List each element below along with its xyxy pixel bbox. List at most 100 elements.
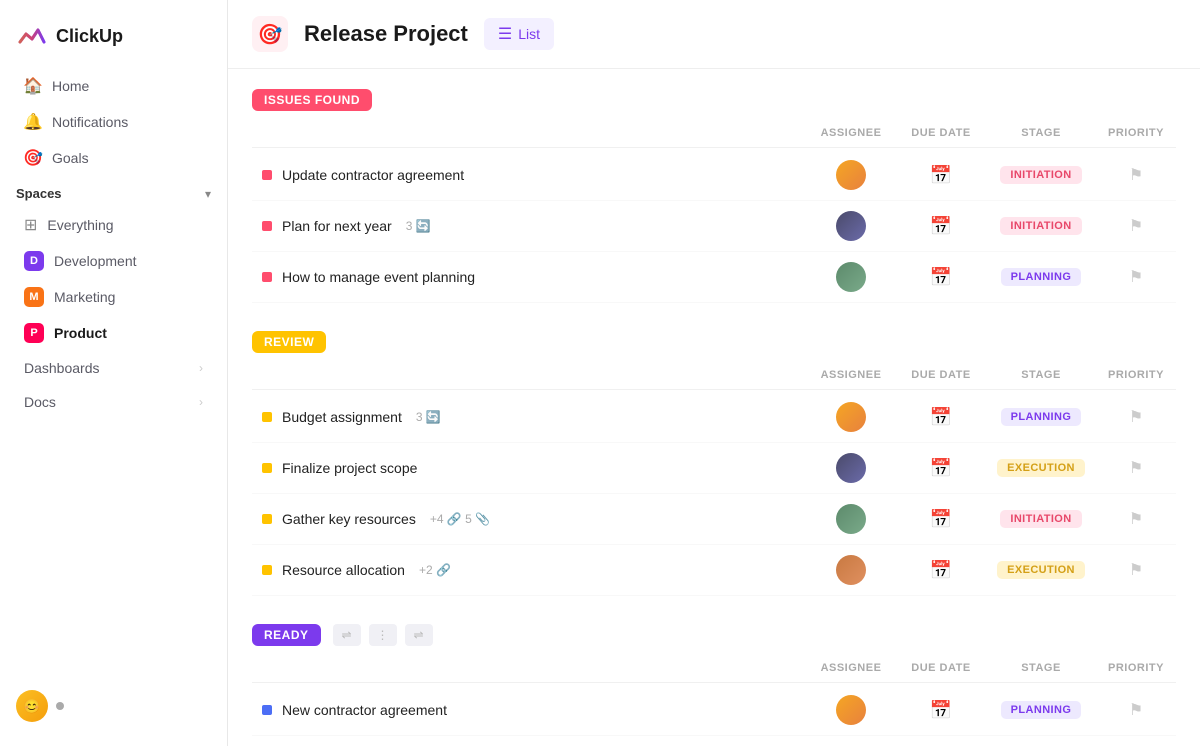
assignee-cell <box>806 254 896 300</box>
page-header: 🎯 Release Project ☰ List <box>228 0 1200 69</box>
task-dot <box>262 514 272 524</box>
stage-col-header: STAGE <box>986 658 1096 678</box>
duedate-cell: 📅 <box>896 552 986 589</box>
product-label: Product <box>54 325 107 341</box>
table-row[interactable]: Finalize project scope 📅 EXECUTION ⚑ <box>252 443 1176 494</box>
priority-cell: ⚑ <box>1096 501 1176 537</box>
stage-col-header: STAGE <box>986 123 1096 143</box>
spaces-section-header[interactable]: Spaces ▾ <box>0 176 227 207</box>
group-review: REVIEW ASSIGNEE DUE DATE STAGE PRIORITY … <box>252 331 1176 596</box>
task-dot <box>262 705 272 715</box>
goals-label: Goals <box>52 150 89 166</box>
stage-badge: INITIATION <box>1000 166 1081 184</box>
table-row[interactable]: How to manage event planning 📅 PLANNING … <box>252 252 1176 303</box>
task-label: Budget assignment <box>282 409 402 425</box>
table-row[interactable]: Resource allocation +2 🔗 📅 EXECUTION ⚑ <box>252 545 1176 596</box>
table-row[interactable]: Gather key resources +4 🔗 5 📎 📅 INITIATI… <box>252 494 1176 545</box>
priority-icon: ⚑ <box>1129 407 1143 427</box>
dashboards-label: Dashboards <box>24 360 100 376</box>
development-dot: D <box>24 251 44 271</box>
priority-cell: ⚑ <box>1096 692 1176 728</box>
sidebar: ClickUp 🏠 Home 🔔 Notifications 🎯 Goals S… <box>0 0 228 746</box>
sidebar-item-development[interactable]: D Development <box>8 244 219 278</box>
duedate-cell: 📅 <box>896 259 986 296</box>
marketing-label: Marketing <box>54 289 115 305</box>
task-name-cell: Finalize project scope <box>252 452 806 484</box>
task-dot <box>262 272 272 282</box>
task-meta: 3 🔄 <box>416 410 441 424</box>
priority-icon: ⚑ <box>1129 458 1143 478</box>
task-label: New contractor agreement <box>282 702 447 718</box>
task-name-cell: Gather key resources +4 🔗 5 📎 <box>252 503 806 535</box>
avatar <box>836 211 866 241</box>
duedate-cell: 📅 <box>896 399 986 436</box>
stage-cell: INITIATION <box>986 158 1096 192</box>
chevron-right-icon: › <box>199 361 203 375</box>
task-name-cell: Resource allocation +2 🔗 <box>252 554 806 586</box>
notifications-label: Notifications <box>52 114 128 130</box>
task-name-cell: Plan for next year 3 🔄 <box>252 210 806 242</box>
table-row[interactable]: Budget assignment 3 🔄 📅 PLANNING ⚑ <box>252 392 1176 443</box>
calendar-icon: 📅 <box>930 216 952 237</box>
task-name-cell: Update contractor agreement <box>252 159 806 191</box>
group-btn[interactable]: ⋮ <box>369 624 397 646</box>
task-col-header <box>252 658 806 678</box>
task-meta: +2 🔗 <box>419 563 451 577</box>
expand-btn[interactable]: ⇌ <box>405 624 433 646</box>
sidebar-item-marketing[interactable]: M Marketing <box>8 280 219 314</box>
avatar <box>836 402 866 432</box>
sidebar-item-docs[interactable]: Docs › <box>8 386 219 418</box>
duedate-cell: 📅 <box>896 208 986 245</box>
everything-label: Everything <box>47 217 113 233</box>
calendar-icon: 📅 <box>930 407 952 428</box>
task-label: Update contractor agreement <box>282 167 464 183</box>
duedate-cell: 📅 <box>896 743 986 746</box>
duedate-cell: 📅 <box>896 692 986 729</box>
issues-badge: ISSUES FOUND <box>252 89 372 111</box>
calendar-icon: 📅 <box>930 165 952 186</box>
task-label: Plan for next year <box>282 218 392 234</box>
sidebar-item-home[interactable]: 🏠 Home <box>8 69 219 103</box>
priority-cell: ⚑ <box>1096 259 1176 295</box>
sidebar-item-everything[interactable]: ⊞ Everything <box>8 208 219 242</box>
task-name-cell: How to manage event planning <box>252 261 806 293</box>
home-label: Home <box>52 78 89 94</box>
calendar-icon: 📅 <box>930 458 952 479</box>
priority-icon: ⚑ <box>1129 216 1143 236</box>
issues-table-header: ASSIGNEE DUE DATE STAGE PRIORITY <box>252 119 1176 148</box>
priority-cell: ⚑ <box>1096 157 1176 193</box>
priority-icon: ⚑ <box>1129 509 1143 529</box>
sidebar-item-notifications[interactable]: 🔔 Notifications <box>8 105 219 139</box>
table-row[interactable]: Plan for next year 3 🔄 📅 INITIATION ⚑ <box>252 201 1176 252</box>
priority-cell: ⚑ <box>1096 399 1176 435</box>
priority-icon: ⚑ <box>1129 267 1143 287</box>
table-row[interactable]: Refresh company website 5 📎 📅 EXECUTION … <box>252 736 1176 746</box>
priority-icon: ⚑ <box>1129 700 1143 720</box>
assignee-cell <box>806 152 896 198</box>
clickup-logo-icon <box>16 20 48 52</box>
user-avatar[interactable]: 😊 <box>16 690 48 722</box>
table-row[interactable]: New contractor agreement 📅 PLANNING ⚑ <box>252 685 1176 736</box>
sidebar-item-goals[interactable]: 🎯 Goals <box>8 141 219 175</box>
group-review-header: REVIEW <box>252 331 1176 353</box>
ready-group-controls: ⇌ ⋮ ⇌ <box>333 624 433 646</box>
stage-cell: INITIATION <box>986 502 1096 536</box>
stage-cell: PLANNING <box>986 400 1096 434</box>
duedate-col-header: DUE DATE <box>896 123 986 143</box>
sidebar-item-dashboards[interactable]: Dashboards › <box>8 352 219 384</box>
chevron-right-docs-icon: › <box>199 395 203 409</box>
task-meta: 3 🔄 <box>406 219 431 233</box>
assignee-col-header: ASSIGNEE <box>806 123 896 143</box>
filter-btn[interactable]: ⇌ <box>333 624 361 646</box>
product-dot: P <box>24 323 44 343</box>
task-label: Gather key resources <box>282 511 416 527</box>
sidebar-item-product[interactable]: P Product <box>8 316 219 350</box>
table-row[interactable]: Update contractor agreement 📅 INITIATION… <box>252 150 1176 201</box>
assignee-cell <box>806 687 896 733</box>
task-dot <box>262 463 272 473</box>
list-view-tab[interactable]: ☰ List <box>484 18 554 50</box>
stage-badge: INITIATION <box>1000 510 1081 528</box>
task-name-cell: Budget assignment 3 🔄 <box>252 401 806 433</box>
stage-badge: PLANNING <box>1001 408 1082 426</box>
stage-cell: INITIATION <box>986 209 1096 243</box>
